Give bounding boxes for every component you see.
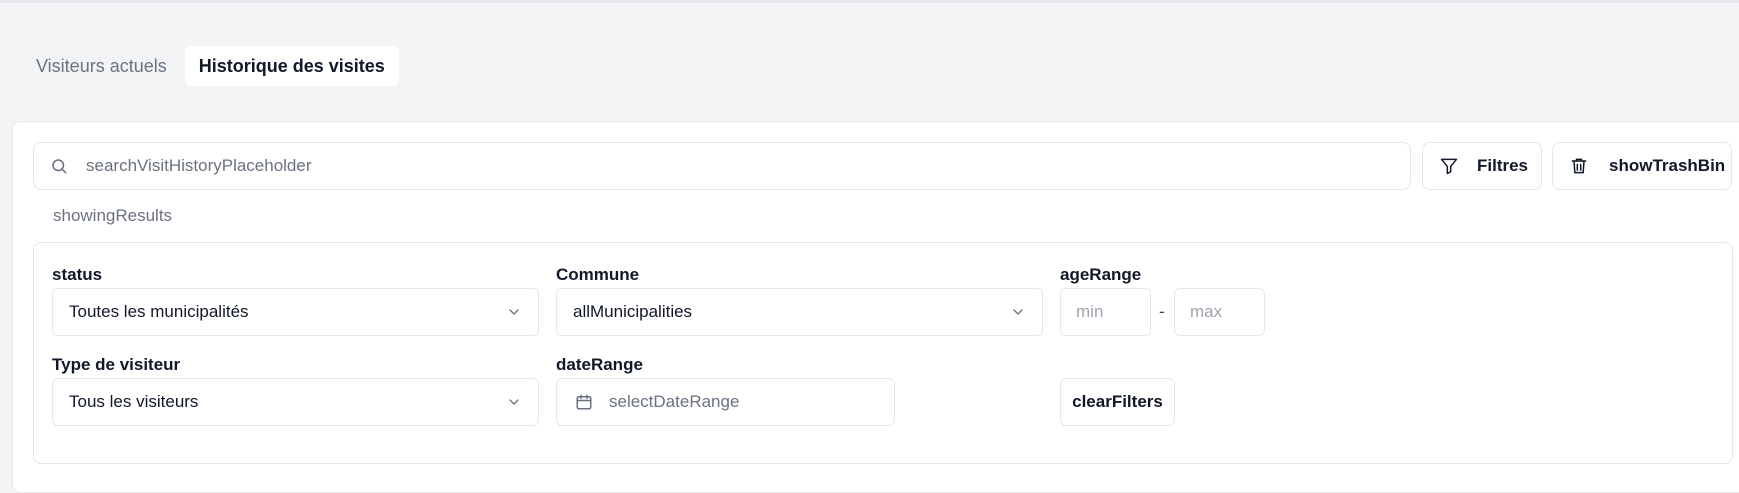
chevron-down-icon: [1010, 304, 1026, 320]
status-label: status: [52, 265, 103, 284]
date-range-placeholder: selectDateRange: [609, 392, 740, 411]
search-icon: [48, 155, 70, 177]
filter-icon: [1439, 156, 1459, 176]
filters-button[interactable]: Filtres: [1422, 142, 1542, 190]
results-count: showingResults: [53, 206, 173, 225]
visitor-type-label: Type de visiteur: [52, 355, 181, 374]
tab-current-visitors[interactable]: Visiteurs actuels: [22, 46, 181, 86]
date-range-label: dateRange: [556, 355, 643, 374]
search-input[interactable]: [84, 155, 1388, 177]
tab-visit-history[interactable]: Historique des visites: [184, 46, 399, 86]
age-range-separator: -: [1159, 302, 1165, 321]
chevron-down-icon: [506, 394, 522, 410]
commune-label: Commune: [556, 265, 640, 284]
trash-icon: [1569, 156, 1589, 176]
commune-select-value: allMunicipalities: [573, 302, 693, 321]
show-trash-button-label: showTrashBin: [1609, 156, 1726, 175]
age-min-input[interactable]: [1060, 288, 1151, 336]
status-select-value: Toutes les municipalités: [69, 302, 249, 321]
visitor-type-select[interactable]: Tous les visiteurs: [52, 378, 539, 426]
top-divider: [0, 0, 1739, 3]
commune-select[interactable]: allMunicipalities: [556, 288, 1043, 336]
chevron-down-icon: [506, 304, 522, 320]
tab-bar: Visiteurs actuels Historique des visites: [22, 46, 399, 86]
search-bar: [33, 142, 1411, 190]
filters-panel: status Toutes les municipalités Commune …: [33, 242, 1733, 464]
status-select[interactable]: Toutes les municipalités: [52, 288, 539, 336]
age-max-input[interactable]: [1174, 288, 1265, 336]
date-range-picker[interactable]: selectDateRange: [556, 378, 895, 426]
calendar-icon: [575, 393, 593, 411]
clear-filters-button[interactable]: clearFilters: [1060, 378, 1175, 426]
age-range-label: ageRange: [1060, 265, 1142, 284]
show-trash-button[interactable]: showTrashBin: [1552, 142, 1732, 190]
visit-history-panel: Filtres showTrashBin showingResults stat…: [12, 121, 1739, 493]
filters-button-label: Filtres: [1477, 156, 1529, 175]
visitor-type-select-value: Tous les visiteurs: [69, 392, 199, 411]
